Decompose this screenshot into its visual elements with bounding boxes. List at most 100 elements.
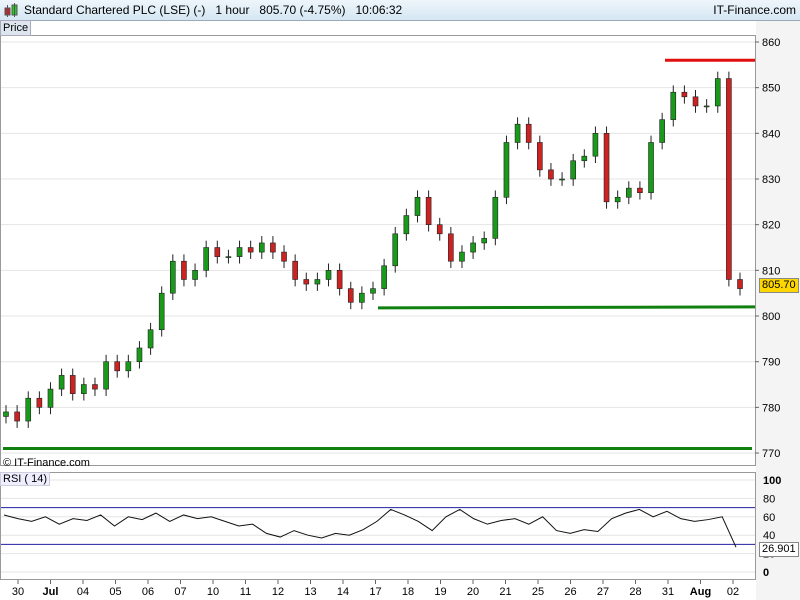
x-tick-label: 31	[662, 586, 674, 598]
price-tick-label: 770	[762, 448, 780, 460]
candle-body	[81, 384, 87, 394]
candle-body	[692, 96, 699, 107]
x-tick-label: 30	[12, 586, 24, 598]
rsi-tick-label: 80	[763, 493, 775, 505]
candle-body	[25, 397, 32, 422]
x-tick-label: 02	[727, 586, 739, 598]
candle-body	[36, 397, 43, 408]
candle-body	[581, 155, 588, 162]
candle-body	[225, 256, 232, 258]
candle-body	[648, 142, 654, 194]
x-tick-label: 21	[499, 586, 511, 598]
x-tick-label: 19	[434, 586, 446, 598]
candle-body	[559, 178, 565, 181]
candle-body	[303, 279, 310, 285]
candle-body	[470, 242, 476, 253]
x-tick-label: 27	[597, 586, 609, 598]
x-tick-label: 11	[240, 586, 251, 598]
candle-body	[459, 251, 465, 262]
x-tick-label: 06	[142, 586, 154, 598]
rsi-tick-label: 40	[763, 530, 775, 542]
price-tick-label: 830	[762, 174, 780, 186]
candle-body	[125, 361, 132, 372]
rsi-tick-label: 0	[763, 567, 769, 579]
price-tick-label: 860	[762, 37, 780, 49]
candle-body	[170, 260, 176, 294]
x-tick-label: 13	[304, 586, 316, 598]
candle-body	[537, 142, 543, 171]
price-tick-label: 790	[762, 357, 780, 369]
candle-body	[492, 196, 499, 239]
candle-body	[314, 279, 321, 285]
candle-body	[58, 375, 65, 390]
candle-body	[281, 251, 287, 262]
price-tick-label: 780	[762, 402, 780, 414]
x-tick-label: 05	[109, 586, 121, 598]
candle-body	[381, 265, 387, 289]
x-tick-label: 18	[402, 586, 414, 598]
price-tick-label: 850	[762, 83, 780, 95]
candle-body	[425, 196, 432, 225]
candle-body	[625, 187, 632, 198]
candle-body	[514, 123, 521, 143]
candle-body	[270, 242, 276, 253]
price-pane-frame	[0, 35, 756, 466]
candle-body	[258, 242, 265, 253]
candle-body	[92, 384, 98, 390]
candle-body	[236, 247, 243, 257]
candle-body	[336, 270, 343, 289]
candle-body	[3, 411, 9, 417]
candle-body	[436, 224, 443, 235]
price-tick-label: 800	[762, 311, 780, 323]
candle-body	[370, 288, 376, 294]
candle-body	[403, 215, 410, 235]
candle-body	[703, 105, 710, 108]
candle-body	[414, 196, 421, 216]
candle-body	[292, 260, 298, 280]
candle-body	[103, 361, 109, 390]
x-tick-label: 20	[467, 586, 479, 598]
x-tick-label: 25	[532, 586, 544, 598]
candle-body	[503, 142, 510, 198]
candle-body	[69, 375, 76, 394]
x-tick-label: 04	[77, 586, 89, 598]
candle-body	[347, 288, 354, 303]
price-tick-label: 810	[762, 265, 780, 277]
candle-body	[448, 233, 454, 262]
last-price-tag: 805.70	[759, 278, 799, 293]
candle-body	[136, 347, 143, 362]
x-tick-label: 10	[207, 586, 219, 598]
candle-body	[714, 78, 721, 107]
candle-body	[203, 247, 209, 271]
candle-body	[147, 329, 154, 349]
candle-body	[481, 238, 488, 244]
candle-body	[14, 411, 20, 422]
candle-body	[670, 91, 677, 120]
last-rsi-tag: 26.901	[759, 542, 799, 557]
x-tick-label: 12	[272, 586, 284, 598]
candle-body	[192, 270, 198, 280]
candle-body	[214, 247, 221, 257]
chart-canvas[interactable]: 8608508408308208108007907807701008060402…	[0, 0, 800, 600]
candle-body	[603, 133, 610, 203]
candle-body	[614, 196, 621, 203]
candle-body	[247, 247, 254, 253]
rsi-line	[3, 508, 737, 548]
watermark: © IT-Finance.com	[3, 457, 90, 469]
price-pane-label: Price	[0, 20, 32, 36]
candle-body	[114, 361, 121, 372]
candle-body	[181, 260, 187, 280]
candle-body	[726, 78, 732, 280]
candle-body	[570, 160, 576, 180]
x-tick-label: 07	[174, 586, 186, 598]
candle-body	[592, 133, 599, 157]
rsi-pane-label: RSI ( 14)	[0, 472, 51, 486]
price-tick-label: 820	[762, 220, 780, 232]
candle-body	[158, 292, 165, 331]
candle-body	[392, 233, 399, 267]
candle-body	[659, 119, 665, 143]
candle-body	[737, 279, 743, 289]
candle-body	[359, 292, 365, 303]
rsi-tick-label: 60	[763, 512, 775, 524]
candle-body	[325, 270, 332, 280]
